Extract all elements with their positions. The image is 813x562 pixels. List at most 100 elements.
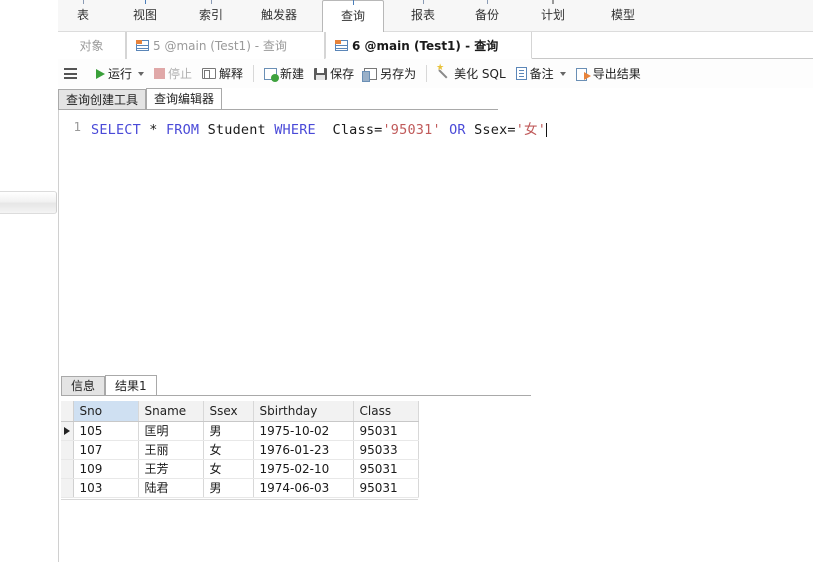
ribbon-item-report[interactable]: 报表 [392,0,454,32]
grid-column-header[interactable]: Sno [73,401,139,422]
save-as-button[interactable]: 另存为 [359,59,421,88]
ribbon-item-index[interactable]: 索引 [180,0,242,32]
save-as-icon [362,67,378,82]
grid-cell[interactable]: 1975-02-10 [253,459,354,479]
grid-body: 105 匡明男 1975-10-02 95031 107 王丽女 1976-01-23 950… [61,421,419,498]
result-grid[interactable]: Sno Sname Ssex Sbirthday Class 105 匡明男 1975-10… [61,401,419,498]
ribbon-bar: 表 视图 索引 触发器 查询 报表 备份 计划 模型 [0,0,813,33]
grid-column-header[interactable]: Sbirthday [253,401,354,422]
sql-token-op: Class= [332,122,383,138]
beautify-sql-button[interactable]: 美化 SQL [432,59,511,88]
grid-cell[interactable]: 王芳 [138,459,204,479]
table-row[interactable]: 103 陆君男 1974-06-03 95031 [61,478,419,498]
grid-row-header[interactable] [61,478,74,498]
tab-query-editor-label: 查询编辑器 [154,92,215,106]
grid-row-header[interactable] [61,459,74,479]
note-icon [515,67,527,80]
grid-cell[interactable]: 1975-10-02 [253,421,354,441]
schedule-icon [541,0,565,4]
table-row[interactable]: 109 王芳女 1975-02-10 95031 [61,459,419,479]
object-tab[interactable]: 对象 [58,32,126,59]
grid-cell[interactable]: 95031 [353,459,419,479]
sql-token-kw: OR [449,122,466,138]
grid-cell[interactable]: 1974-06-03 [253,478,354,498]
export-result-button[interactable]: 导出结果 [571,59,646,88]
ribbon-item-schedule[interactable]: 计划 [522,0,584,32]
grid-cell[interactable]: 1976-01-23 [253,440,354,460]
menu-button[interactable] [58,59,91,88]
chevron-down-icon[interactable] [559,71,566,76]
grid-column-header[interactable]: Sname [138,401,204,422]
sidebar-collapsed-stub[interactable] [0,191,57,214]
ribbon-item-trigger[interactable]: 触发器 [248,0,310,32]
stop-label: 停止 [168,67,193,81]
backup-icon [475,0,499,4]
sql-code-line[interactable]: SELECT * FROM Student WHERE Class='95031… [91,118,548,138]
sql-token-op [316,122,333,138]
grid-row-header-corner [61,401,74,422]
sql-token-op [466,122,474,138]
trigger-icon [267,0,291,4]
grid-row-header[interactable] [61,440,74,460]
sql-token-op: Ssex= [474,122,516,138]
grid-cell[interactable]: 109 [73,459,139,479]
grid-cell[interactable]: 陆君 [138,478,204,498]
grid-row-header[interactable] [61,421,74,441]
note-button[interactable]: 备注 [511,59,571,88]
ribbon-item-label: 表 [76,8,89,22]
tab-messages[interactable]: 信息 [61,376,106,396]
grid-column-header[interactable]: Class [353,401,419,422]
grid-cell[interactable]: 95031 [353,421,419,441]
note-label: 备注 [529,67,554,81]
editor-subtabs: 查询创建工具 查询编辑器 [58,88,223,110]
sql-token-kw: SELECT [91,122,141,138]
tab-query-editor[interactable]: 查询编辑器 [146,88,223,110]
grid-cell[interactable]: 男 [203,478,254,498]
grid-cell[interactable]: 男 [203,421,254,441]
report-icon [411,0,435,4]
ribbon-item-label: 报表 [410,8,435,22]
sql-token-op [199,122,207,138]
ribbon-item-view[interactable]: 视图 [114,0,176,32]
tab-query-builder[interactable]: 查询创建工具 [58,89,147,110]
grid-cell[interactable]: 95033 [353,440,419,460]
chevron-down-icon[interactable] [138,71,145,76]
toolbar-buttons: 运行 停止 解释 新建 保存 另存为 ★ 美化 SQL 备注 导出结果 [58,59,646,88]
save-button[interactable]: 保存 [309,59,359,88]
grid-cell[interactable]: 女 [203,440,254,460]
result-tabs: 信息 结果1 [61,374,157,396]
table-row[interactable]: 105 匡明男 1975-10-02 95031 [61,421,419,441]
export-icon [575,67,591,81]
grid-bottom-edge [61,499,418,500]
result-pane: 信息 结果1 Sno Sname Ssex Sbirthday Class 105 匡明 [58,363,813,562]
explain-label: 解释 [219,67,244,81]
grid-cell[interactable]: 匡明 [138,421,204,441]
query-tab-6[interactable]: 6 @main (Test1) - 查询 [325,32,532,59]
nav-main-window: 表 视图 索引 触发器 查询 报表 备份 计划 模型 对象 5 @main (Test1) - … [0,0,813,562]
object-tab-label: 对象 [79,39,104,53]
ribbon-item-backup[interactable]: 备份 [456,0,518,32]
view-icon [133,0,157,4]
grid-cell[interactable]: 105 [73,421,139,441]
new-button[interactable]: 新建 [259,59,309,88]
toolbar-divider [426,65,428,82]
grid-cell[interactable]: 103 [73,478,139,498]
sql-editor[interactable]: 1 SELECT * FROM Student WHERE Class='950… [58,110,813,363]
explain-button[interactable]: 解释 [197,59,248,88]
grid-column-header[interactable]: Ssex [203,401,254,422]
ribbon-item-query[interactable]: 查询 [322,0,384,33]
grid-cell[interactable]: 女 [203,459,254,479]
ribbon-item-model[interactable]: 模型 [592,0,654,32]
grid-cell[interactable]: 王丽 [138,440,204,460]
ribbon-item-label: 备份 [474,8,499,22]
grid-cell[interactable]: 107 [73,440,139,460]
query-tab-5-label: 5 @main (Test1) - 查询 [153,39,287,53]
tab-result-1[interactable]: 结果1 [105,375,157,396]
query-tab-5[interactable]: 5 @main (Test1) - 查询 [126,32,325,59]
stop-icon [154,68,166,79]
table-row[interactable]: 107 王丽女 1976-01-23 95033 [61,440,419,460]
grid-cell[interactable]: 95031 [353,478,419,498]
ribbon-item-table[interactable]: 表 [52,0,114,32]
run-button[interactable]: 运行 [91,59,149,88]
query-icon [341,0,365,5]
